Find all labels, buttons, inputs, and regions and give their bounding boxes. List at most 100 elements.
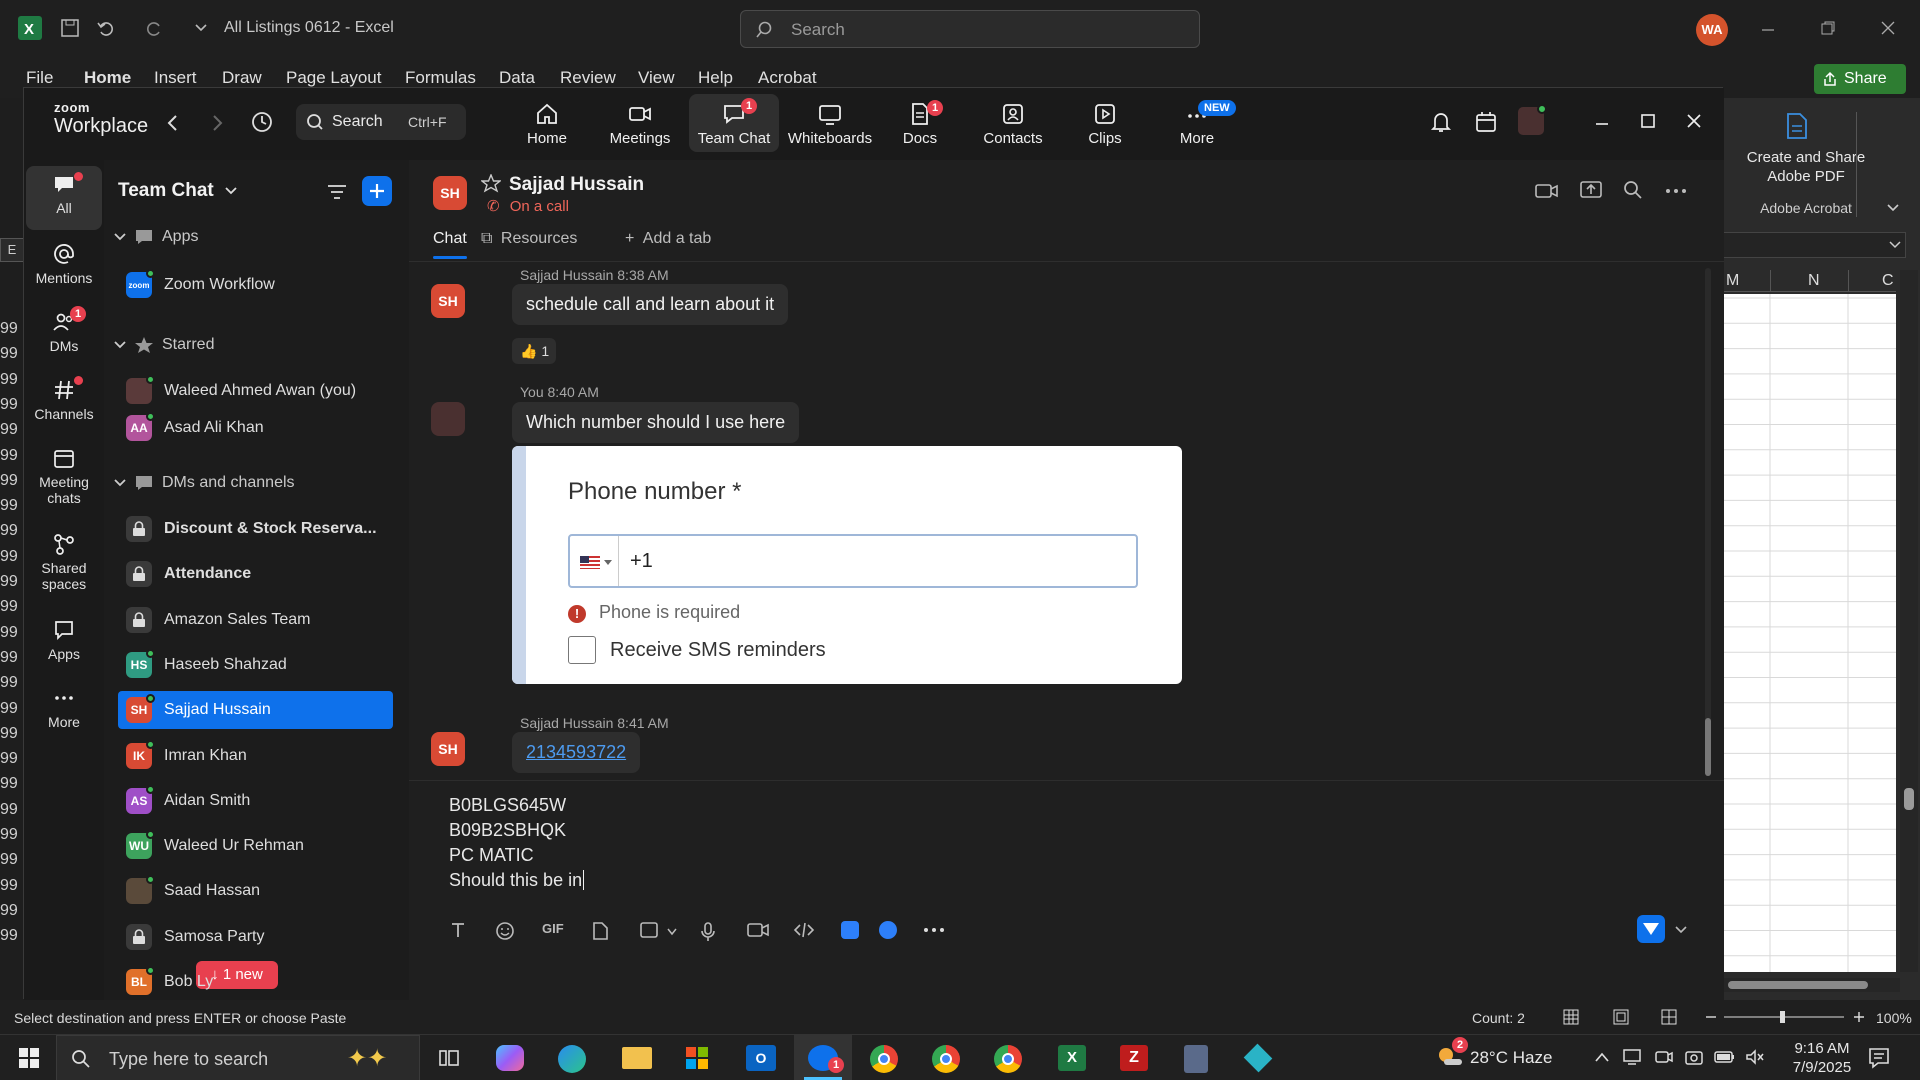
app-diamond-icon[interactable] xyxy=(1243,1043,1273,1073)
section-apps[interactable]: Apps xyxy=(114,228,198,246)
sidebar-item-contact[interactable]: Samosa Party xyxy=(118,918,393,956)
formula-expand-icon[interactable] xyxy=(1889,240,1901,250)
excel-taskbar-icon[interactable]: X xyxy=(1058,1045,1086,1071)
zoom-minimize-icon[interactable] xyxy=(1594,116,1610,132)
row-number[interactable]: 99 xyxy=(0,472,22,490)
row-number[interactable]: 99 xyxy=(0,548,22,566)
undo-icon[interactable] xyxy=(96,18,116,38)
row-number[interactable]: 99 xyxy=(0,573,22,591)
tab-resources[interactable]: ⧉ Resources xyxy=(481,230,577,248)
row-number[interactable]: 99 xyxy=(0,851,22,869)
forward-arrow-icon[interactable] xyxy=(210,114,224,132)
spreadsheet-grid[interactable] xyxy=(1720,294,1896,972)
tab-insert[interactable]: Insert xyxy=(154,68,197,88)
user-avatar[interactable]: WA xyxy=(1696,14,1728,46)
zoom-maximize-icon[interactable] xyxy=(1640,113,1656,129)
tab-page-layout[interactable]: Page Layout xyxy=(286,68,381,88)
row-number[interactable]: 99 xyxy=(0,674,22,692)
sidebar-item-contact[interactable]: Amazon Sales Team xyxy=(118,601,393,639)
share-screen-icon[interactable] xyxy=(1579,180,1603,200)
edge-icon[interactable] xyxy=(558,1045,586,1073)
tab-add[interactable]: + Add a tab xyxy=(625,230,711,248)
tab-review[interactable]: Review xyxy=(560,68,616,88)
normal-view-icon[interactable] xyxy=(1562,1008,1580,1026)
format-text-icon[interactable] xyxy=(449,921,467,939)
windows-start-icon[interactable] xyxy=(18,1047,40,1069)
page-break-icon[interactable] xyxy=(1660,1008,1678,1026)
file-icon[interactable] xyxy=(591,921,609,941)
share-button[interactable]: Share xyxy=(1814,64,1906,94)
search-icon[interactable] xyxy=(1623,180,1643,200)
sidebar-item-zoom-workflow[interactable]: zoom Zoom Workflow xyxy=(118,266,393,304)
nav-team-chat[interactable]: Team Chat 1 xyxy=(689,94,779,152)
sidebar-item-contact[interactable]: Attendance xyxy=(118,555,393,593)
section-starred[interactable]: Starred xyxy=(114,336,214,354)
sidebar-item-contact[interactable]: HS Haseeb Shahzad xyxy=(118,646,393,684)
battery-icon[interactable] xyxy=(1714,1049,1736,1065)
tab-draw[interactable]: Draw xyxy=(222,68,262,88)
row-number[interactable]: 99 xyxy=(0,700,22,718)
nav-meetings[interactable]: Meetings xyxy=(595,102,685,147)
message-bubble[interactable]: Which number should I use here xyxy=(512,402,800,443)
history-icon[interactable] xyxy=(250,110,274,134)
col-header-n[interactable]: N xyxy=(1808,272,1820,290)
video-call-icon[interactable] xyxy=(1535,182,1559,200)
row-number[interactable]: 99 xyxy=(0,801,22,819)
sidebar-item-contact[interactable]: AS Aidan Smith xyxy=(118,782,393,820)
col-header-c[interactable]: C xyxy=(1882,272,1894,290)
row-number[interactable]: 99 xyxy=(0,775,22,793)
scroll-thumb[interactable] xyxy=(1904,788,1914,810)
row-number[interactable]: 99 xyxy=(0,927,22,945)
clock[interactable]: 9:16 AM 7/9/2025 xyxy=(1782,1039,1862,1077)
code-snippet-icon[interactable] xyxy=(793,921,815,939)
file-explorer-icon[interactable] xyxy=(622,1047,652,1069)
copilot-icon[interactable] xyxy=(496,1045,524,1071)
zoom-search-box[interactable]: Search Ctrl+F xyxy=(296,104,466,140)
row-number[interactable]: 99 xyxy=(0,320,22,338)
sidebar-item-contact[interactable]: Discount & Stock Reserva... xyxy=(118,510,393,548)
row-number[interactable]: 99 xyxy=(0,725,22,743)
nav-docs[interactable]: Docs 1 xyxy=(875,100,965,147)
chrome-icon-1[interactable] xyxy=(870,1045,898,1073)
customize-qat-icon[interactable] xyxy=(194,20,208,34)
task-view-icon[interactable] xyxy=(438,1047,460,1069)
rail-mentions[interactable]: Mentions xyxy=(26,242,102,286)
row-number[interactable]: 99 xyxy=(0,624,22,642)
nav-whiteboards[interactable]: Whiteboards xyxy=(780,102,880,147)
emoji-icon[interactable] xyxy=(495,921,515,941)
new-chat-button[interactable] xyxy=(362,176,392,206)
tab-view[interactable]: View xyxy=(638,68,675,88)
row-number[interactable]: 99 xyxy=(0,902,22,920)
restore-icon[interactable] xyxy=(1820,20,1836,36)
tab-formulas[interactable]: Formulas xyxy=(405,68,476,88)
row-number[interactable]: 99 xyxy=(0,750,22,768)
redo-icon[interactable] xyxy=(144,18,164,38)
row-number[interactable]: 99 xyxy=(0,649,22,667)
row-number[interactable]: 99 xyxy=(0,447,22,465)
row-number[interactable]: 99 xyxy=(0,877,22,895)
rail-meeting-chats[interactable]: Meeting chats xyxy=(26,446,102,506)
nav-contacts[interactable]: Contacts xyxy=(968,102,1058,147)
sidebar-item-contact[interactable]: Waleed Ahmed Awan (you) xyxy=(118,372,393,410)
sidebar-item-contact[interactable]: AA Asad Ali Khan xyxy=(118,409,393,447)
outlook-icon[interactable]: O xyxy=(746,1045,776,1071)
save-icon[interactable] xyxy=(60,18,80,38)
sidebar-item-contact[interactable]: Saad Hassan xyxy=(118,872,393,910)
row-number[interactable]: 99 xyxy=(0,421,22,439)
weather-text[interactable]: 28°C Haze xyxy=(1470,1048,1552,1068)
close-icon[interactable] xyxy=(1880,20,1896,36)
tab-chat[interactable]: Chat xyxy=(433,230,467,259)
more-options-icon[interactable] xyxy=(1665,188,1687,194)
compose-more-icon[interactable] xyxy=(923,927,945,933)
col-header-m[interactable]: M xyxy=(1726,272,1739,290)
vertical-scrollbar[interactable] xyxy=(1900,270,1918,972)
sidebar-item-contact[interactable]: BL Bob Ly xyxy=(118,963,393,1001)
phone-link[interactable]: 2134593722 xyxy=(512,732,641,773)
notifications-icon[interactable] xyxy=(1868,1047,1892,1069)
tab-help[interactable]: Help xyxy=(698,68,733,88)
taskbar-search[interactable]: Type here to search ✦✦ xyxy=(56,1035,420,1080)
calculator-icon[interactable] xyxy=(1184,1045,1208,1073)
chat-scroll-thumb[interactable] xyxy=(1705,718,1711,776)
send-options-chevron-icon[interactable] xyxy=(1675,925,1687,935)
reaction-chip[interactable]: 👍 1 xyxy=(512,338,556,364)
